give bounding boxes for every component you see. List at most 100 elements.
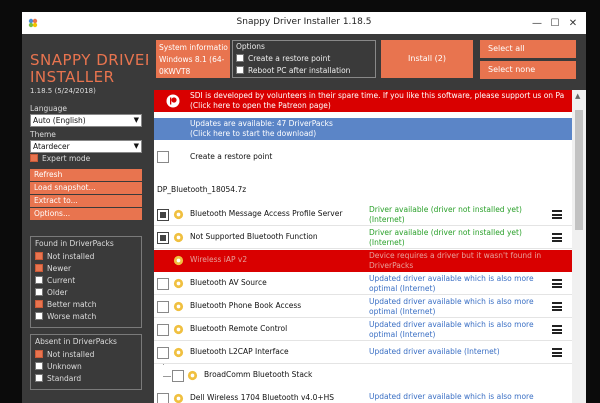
- updates-banner[interactable]: Updates are available: 47 DriverPacks (C…: [154, 118, 572, 140]
- patreon-line1: SDI is developed by volunteers in their …: [190, 91, 565, 100]
- tree-line: [163, 376, 171, 377]
- status-line: Driver available (driver not installed y…: [369, 205, 522, 214]
- patreon-line2: (Click here to open the Patreon page): [190, 101, 331, 110]
- theme-select[interactable]: Atardecer ▼: [30, 140, 142, 153]
- hamburger-menu-icon[interactable]: [552, 233, 562, 242]
- filter-newer[interactable]: Newer: [35, 264, 71, 273]
- driver-row[interactable]: Bluetooth L2CAP Interface Updated driver…: [154, 342, 572, 364]
- driver-name: Not Supported Bluetooth Function: [190, 232, 318, 241]
- option-label: Create a restore point: [248, 54, 331, 63]
- filter-label: Current: [47, 276, 76, 285]
- status-line: Updated driver available which is also m…: [369, 297, 534, 306]
- install-button[interactable]: Install (2): [381, 40, 473, 78]
- driver-row[interactable]: Dell Wireless 1704 Bluetooth v4.0+HS Upd…: [154, 388, 572, 403]
- checkbox-unchecked-icon[interactable]: [157, 151, 169, 163]
- driver-row-missing[interactable]: Wireless iAP v2 Device requires a driver…: [154, 250, 572, 272]
- driver-row[interactable]: Bluetooth Phone Book Access Updated driv…: [154, 296, 572, 318]
- filter-better-match[interactable]: Better match: [35, 300, 96, 309]
- device-gear-icon: [173, 209, 184, 220]
- options-button[interactable]: Options...: [30, 208, 142, 220]
- language-select[interactable]: Auto (English) ▼: [30, 114, 142, 127]
- driver-row[interactable]: Not Supported Bluetooth Function Driver …: [154, 227, 572, 249]
- hamburger-menu-icon[interactable]: [552, 279, 562, 288]
- filter-worse-match[interactable]: Worse match: [35, 312, 96, 321]
- driver-name: BroadComm Bluetooth Stack: [204, 370, 313, 379]
- checkbox-unchecked-icon[interactable]: [157, 301, 169, 313]
- select-all-button[interactable]: Select all: [480, 40, 576, 58]
- device-gear-icon: [173, 255, 184, 266]
- device-gear-icon: [173, 393, 184, 403]
- absent-in-driverpacks-group: Absent in DriverPacks Not installed Unkn…: [30, 334, 142, 390]
- system-info-button[interactable]: System informatio Windows 8.1 (64- 0KWVT…: [156, 40, 230, 78]
- driver-row[interactable]: Bluetooth Message Access Profile Server …: [154, 204, 572, 226]
- driver-status: Driver available (driver not installed y…: [369, 205, 545, 225]
- checkbox-unchecked-icon: [35, 288, 43, 296]
- checkbox-unchecked-icon[interactable]: [157, 393, 169, 403]
- checkbox-checked-icon[interactable]: [157, 209, 169, 221]
- driver-name: Bluetooth Phone Book Access: [190, 301, 302, 310]
- status-line: Updated driver available which is also m…: [369, 274, 534, 283]
- maximize-button[interactable]: ☐: [546, 15, 564, 31]
- hamburger-menu-icon[interactable]: [552, 325, 562, 334]
- checkbox-unchecked-icon[interactable]: [157, 347, 169, 359]
- filter-standard[interactable]: Standard: [35, 374, 81, 383]
- driver-subrow[interactable]: BroadComm Bluetooth Stack: [154, 365, 572, 387]
- checkbox-checked-icon[interactable]: [157, 232, 169, 244]
- checkbox-checked-icon: [35, 264, 43, 272]
- checkbox-unchecked-icon: [35, 374, 43, 382]
- restore-point-label: Create a restore point: [190, 152, 273, 161]
- sysinfo-line2: Windows 8.1 (64-: [159, 55, 225, 64]
- status-line: Updated driver available which is also m…: [369, 320, 534, 329]
- hamburger-menu-icon[interactable]: [552, 210, 562, 219]
- driver-status: Updated driver available which is also m…: [369, 274, 545, 294]
- checkbox-unchecked-icon[interactable]: [172, 370, 184, 382]
- driver-row[interactable]: Bluetooth AV Source Updated driver avail…: [154, 273, 572, 295]
- filter-absent-not-installed[interactable]: Not installed: [35, 350, 94, 359]
- checkbox-unchecked-icon: [236, 54, 244, 62]
- version-label: 1.18.5 (5/24/2018): [30, 87, 96, 95]
- driver-name: Bluetooth Message Access Profile Server: [190, 209, 343, 218]
- driver-status: Updated driver available which is also m…: [369, 320, 545, 340]
- status-line: (Internet): [369, 238, 405, 247]
- driver-row[interactable]: Bluetooth Remote Control Updated driver …: [154, 319, 572, 341]
- minimize-button[interactable]: —: [528, 15, 546, 31]
- driver-status: Device requires a driver but it wasn't f…: [369, 251, 545, 271]
- scrollbar-thumb[interactable]: [575, 110, 583, 230]
- toolbar: System informatio Windows 8.1 (64- 0KWVT…: [148, 34, 586, 92]
- filter-unknown[interactable]: Unknown: [35, 362, 82, 371]
- checkbox-unchecked-icon: [35, 276, 43, 284]
- theme-label: Theme: [30, 130, 56, 139]
- driver-status: Updated driver available which is also m…: [369, 297, 545, 317]
- filter-older[interactable]: Older: [35, 288, 67, 297]
- hamburger-menu-icon[interactable]: [552, 348, 562, 357]
- filter-current[interactable]: Current: [35, 276, 75, 285]
- hamburger-menu-icon[interactable]: [552, 302, 562, 311]
- options-title: Options: [236, 42, 265, 51]
- create-restore-point-checkbox[interactable]: Create a restore point: [236, 54, 330, 63]
- driver-status: Updated driver available (Internet): [369, 347, 545, 357]
- driver-name: Dell Wireless 1704 Bluetooth v4.0+HS: [190, 393, 335, 402]
- driverpack-name: DP_Bluetooth_18054.7z: [157, 185, 247, 194]
- checkbox-checked-icon: [35, 350, 43, 358]
- scroll-up-icon[interactable]: ▲: [575, 92, 580, 100]
- select-none-button[interactable]: Select none: [480, 61, 576, 79]
- filter-label: Standard: [47, 374, 82, 383]
- title-bar: Snappy Driver Installer 1.18.5 — ☐ ✕: [22, 12, 586, 34]
- close-button[interactable]: ✕: [564, 15, 582, 31]
- filter-label: Not installed: [47, 350, 95, 359]
- vertical-scrollbar[interactable]: ▲: [572, 90, 586, 403]
- filter-not-installed[interactable]: Not installed: [35, 252, 94, 261]
- device-gear-icon: [173, 278, 184, 289]
- restore-point-row[interactable]: Create a restore point: [154, 146, 572, 174]
- load-snapshot-button[interactable]: Load snapshot...: [30, 182, 142, 194]
- checkbox-unchecked-icon[interactable]: [157, 278, 169, 290]
- status-line: Driver available (driver not installed y…: [369, 228, 522, 237]
- device-gear-icon: [173, 232, 184, 243]
- extract-to-button[interactable]: Extract to...: [30, 195, 142, 207]
- refresh-button[interactable]: Refresh: [30, 169, 142, 181]
- logo-line1: SNAPPY DRIVER: [30, 51, 156, 69]
- expert-mode-checkbox[interactable]: Expert mode: [30, 154, 90, 163]
- checkbox-unchecked-icon[interactable]: [157, 324, 169, 336]
- reboot-after-install-checkbox[interactable]: Reboot PC after installation: [236, 66, 350, 75]
- patreon-banner[interactable]: SDI is developed by volunteers in their …: [154, 90, 572, 112]
